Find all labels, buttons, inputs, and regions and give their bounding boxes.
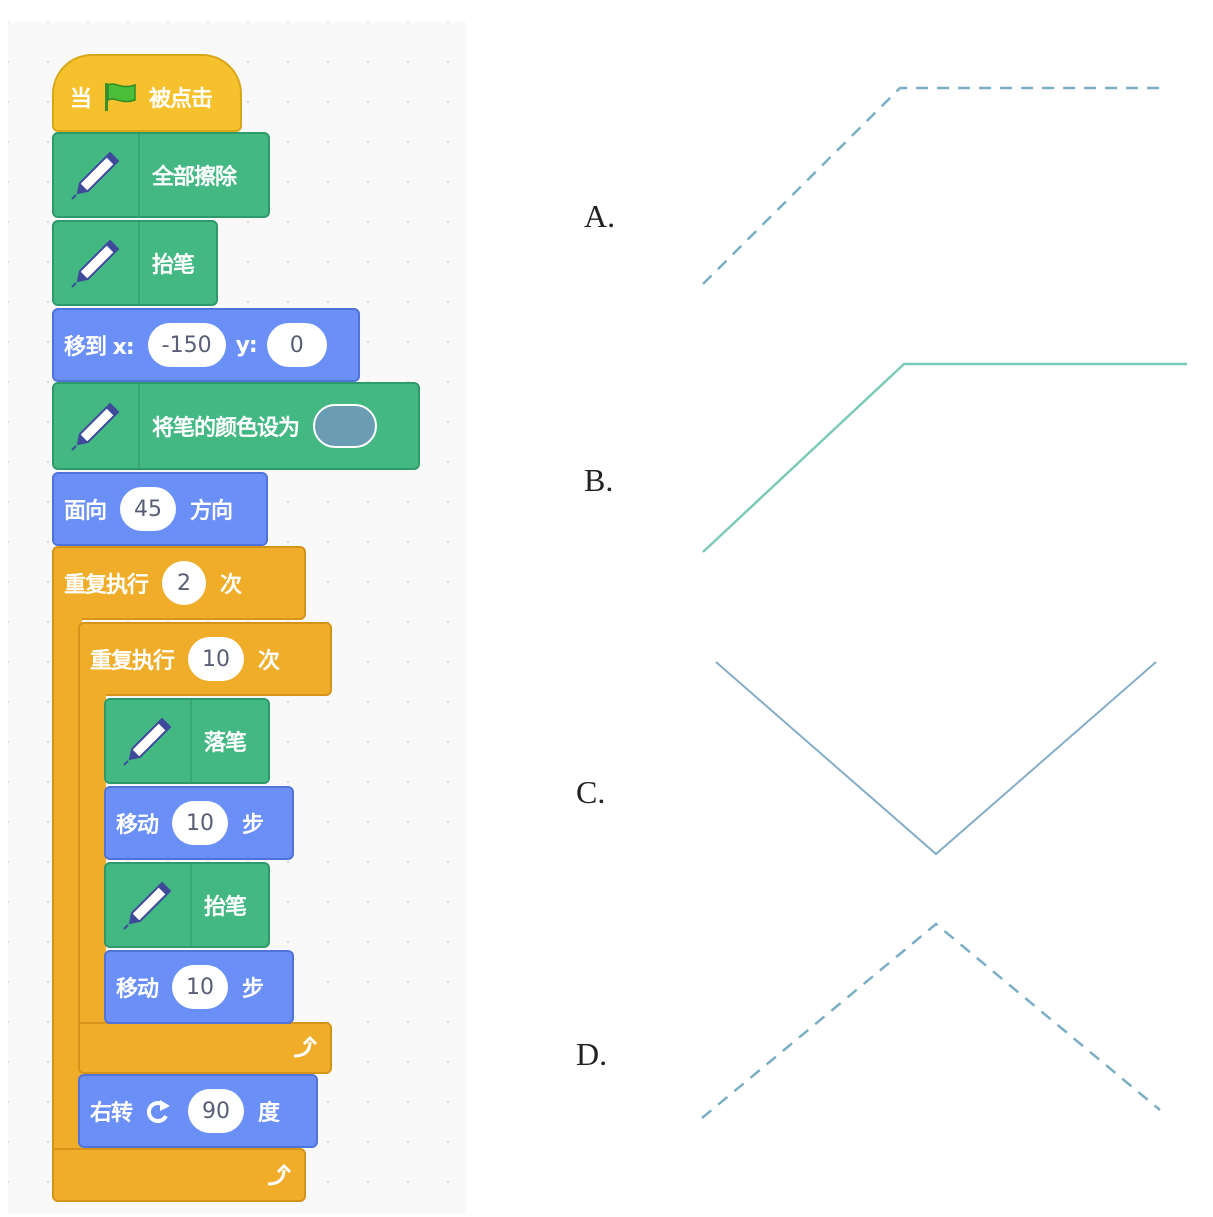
option-d-path[interactable] — [701, 922, 1161, 1119]
option-c-path[interactable] — [715, 661, 1157, 856]
options-drawing — [701, 86, 1187, 1119]
option-b-path[interactable] — [702, 362, 1187, 553]
option-a-path[interactable] — [702, 86, 1168, 285]
